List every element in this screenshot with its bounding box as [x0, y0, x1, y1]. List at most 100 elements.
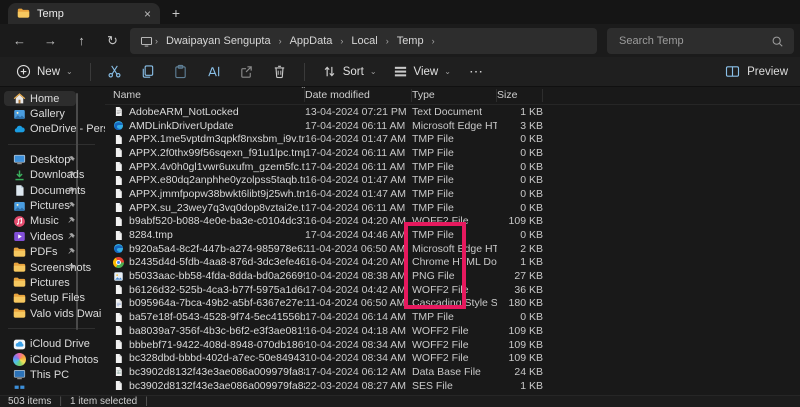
- breadcrumb[interactable]: ›Dwaipayan Sengupta›AppData›Local›Temp›: [130, 28, 597, 54]
- column-header-date-modified[interactable]: Date modified: [305, 89, 412, 102]
- sidebar-item-pdfs[interactable]: PDFs: [4, 245, 100, 260]
- breadcrumb-item[interactable]: Dwaipayan Sengupta: [160, 35, 277, 47]
- sidebar-item-partial[interactable]: [4, 383, 100, 395]
- file-row[interactable]: b920a5a4-8c2f-447b-a274-985978e6298f.tmp…: [105, 242, 800, 256]
- plus-circle-icon: [16, 64, 31, 79]
- forward-button[interactable]: →: [35, 27, 66, 55]
- file-type: TMP File: [412, 229, 497, 241]
- documents-icon: [13, 184, 26, 197]
- page-icon: [113, 216, 124, 227]
- file-size: 24 KB: [497, 366, 543, 378]
- copy-button[interactable]: [133, 59, 163, 85]
- sidebar-item-desktop[interactable]: Desktop: [4, 152, 100, 167]
- up-button[interactable]: ↑: [66, 27, 97, 55]
- file-size: 0 KB: [497, 202, 543, 214]
- share-button[interactable]: [232, 59, 262, 85]
- sort-button[interactable]: Sort ⌄: [314, 59, 385, 85]
- breadcrumb-chevron-icon: ›: [430, 36, 437, 46]
- breadcrumb-item[interactable]: Local: [345, 35, 383, 47]
- file-row[interactable]: ba57e18f-0543-4528-9f74-5ec41556b1b2.tmp…: [105, 310, 800, 324]
- breadcrumb-item[interactable]: AppData: [284, 35, 339, 47]
- file-row[interactable]: b2435d4d-5fdb-4aa8-876d-3dc3efe46be9.tmp…: [105, 256, 800, 270]
- sidebar-item-valo-vids-dwai[interactable]: Valo vids Dwai: [4, 306, 100, 321]
- file-row[interactable]: APPX.jmmfpopw38bwkt6libt9j25wh.tmp16-04-…: [105, 187, 800, 201]
- file-name: ba8039a7-356f-4b3c-b6f2-e3f3ae081944.tmp…: [113, 325, 305, 337]
- file-row[interactable]: APPX.4v0h0gl1vwr6uxufm_gzem5fc.tmp17-04-…: [105, 160, 800, 174]
- file-row[interactable]: APPX.2f0thx99f56sqexn_f91u1lpc.tmp17-04-…: [105, 146, 800, 160]
- file-row[interactable]: AMDLinkDriverUpdate17-04-2024 06:11 AMMi…: [105, 119, 800, 133]
- back-button[interactable]: ←: [4, 27, 35, 55]
- chrome-icon: [113, 257, 124, 268]
- paste-button[interactable]: [166, 59, 196, 85]
- sidebar-item-onedrive-persor[interactable]: OneDrive - Persor: [4, 122, 100, 137]
- column-header-type[interactable]: Type: [412, 89, 497, 102]
- file-size: 27 KB: [497, 270, 543, 282]
- sidebar-item-label: iCloud Drive: [30, 338, 90, 350]
- doc-icon: [113, 106, 124, 117]
- file-row[interactable]: AdobeARM_NotLocked13-04-2024 07:21 PMTex…: [105, 105, 800, 119]
- file-date-modified: 17-04-2024 06:11 AM: [305, 120, 412, 132]
- file-row[interactable]: b095964a-7bca-49b2-a5bf-6367e27e1e79.tmp…: [105, 297, 800, 311]
- new-button[interactable]: New ⌄: [8, 59, 81, 85]
- file-type: WOFF2 File: [412, 284, 497, 296]
- refresh-button[interactable]: ↻: [97, 27, 128, 55]
- file-row[interactable]: APPX.su_23wey7q3vq0dop8vztai2e.tmp17-04-…: [105, 201, 800, 215]
- more-options-button[interactable]: ⋯: [459, 63, 494, 80]
- new-tab-button[interactable]: +: [166, 3, 186, 23]
- tab-temp[interactable]: Temp ×: [8, 3, 160, 24]
- search-input[interactable]: Search Temp: [607, 28, 794, 54]
- sidebar-item-documents[interactable]: Documents: [4, 183, 100, 198]
- item-count: 503 items: [8, 396, 51, 407]
- tab-close-icon[interactable]: ×: [144, 8, 151, 20]
- file-name: b9abf520-b088-4e0e-ba3e-c0104dc3749d.tmp…: [113, 215, 305, 227]
- rename-button[interactable]: [199, 59, 229, 85]
- column-header-size[interactable]: Size: [497, 89, 543, 102]
- monitor-icon: [140, 35, 153, 48]
- file-type: TMP File: [412, 202, 497, 214]
- page-icon: [113, 325, 124, 336]
- view-button[interactable]: View ⌄: [385, 59, 459, 85]
- pin-icon: [66, 201, 76, 211]
- delete-button[interactable]: [265, 59, 295, 85]
- breadcrumb-item[interactable]: Temp: [391, 35, 430, 47]
- file-row[interactable]: b9abf520-b088-4e0e-ba3e-c0104dc3749d.tmp…: [105, 215, 800, 229]
- file-type: TMP File: [412, 174, 497, 186]
- preview-toggle[interactable]: Preview: [725, 64, 788, 79]
- file-row[interactable]: bc3902d8132f43e3ae086a009979fa88.db.ses2…: [105, 379, 800, 393]
- cut-button[interactable]: [100, 59, 130, 85]
- file-row[interactable]: bc328dbd-bbbd-402d-a7ec-50e8494314dc.tm.…: [105, 351, 800, 365]
- file-row[interactable]: bc3902d8132f43e3ae086a009979fa8817-04-20…: [105, 365, 800, 379]
- file-row[interactable]: APPX.1me5vptdm3qpkf8nxsbm_i9v.tmp16-04-2…: [105, 132, 800, 146]
- navigation-pane: HomeGalleryOneDrive - PersorDesktopDownl…: [0, 87, 105, 395]
- sidebar-item-pictures[interactable]: Pictures: [4, 275, 100, 290]
- column-header-name[interactable]: Name: [113, 89, 305, 102]
- file-row[interactable]: 8284.tmp17-04-2024 04:46 AMTMP File0 KB: [105, 228, 800, 242]
- file-row[interactable]: ba8039a7-356f-4b3c-b6f2-e3f3ae081944.tmp…: [105, 324, 800, 338]
- onedrive-icon: [13, 123, 26, 136]
- sidebar-item-setup-files[interactable]: Setup Files: [4, 291, 100, 306]
- file-row[interactable]: APPX.e80dq2anphhe0yzolpss5taqb.tmp16-04-…: [105, 173, 800, 187]
- status-divider: |: [59, 396, 62, 407]
- sidebar-item-downloads[interactable]: Downloads: [4, 168, 100, 183]
- sidebar-item-pictures[interactable]: Pictures: [4, 198, 100, 213]
- sidebar-item-music[interactable]: Music: [4, 214, 100, 229]
- sidebar-item-this-pc[interactable]: This PC: [4, 367, 100, 382]
- file-row[interactable]: b5033aac-bb58-4fda-8dda-bd0a2669932f.tmp…: [105, 269, 800, 283]
- file-row[interactable]: bbbebf71-9422-408d-8948-070db18691c9.tm.…: [105, 338, 800, 352]
- file-size: 0 KB: [497, 161, 543, 173]
- file-size: 3 KB: [497, 120, 543, 132]
- file-row[interactable]: b6126d32-525b-4ca3-b77f-5975a1d6de7d.tm.…: [105, 283, 800, 297]
- file-date-modified: 11-04-2024 06:50 AM: [305, 297, 412, 309]
- file-date-modified: 16-04-2024 04:18 AM: [305, 325, 412, 337]
- sidebar-item-label: OneDrive - Persor: [30, 123, 105, 135]
- sidebar-item-icloud-photos[interactable]: iCloud Photos: [4, 352, 100, 367]
- sidebar-item-icloud-drive[interactable]: iCloud Drive: [4, 336, 100, 351]
- page-icon: [113, 175, 124, 186]
- sidebar-item-screenshots[interactable]: Screenshots: [4, 260, 100, 275]
- sidebar-item-home[interactable]: Home: [4, 91, 76, 106]
- chevron-down-icon: ⌄: [444, 67, 451, 76]
- sidebar-item-videos[interactable]: Videos: [4, 229, 100, 244]
- file-type: WOFF2 File: [412, 325, 497, 337]
- file-name: bc3902d8132f43e3ae086a009979fa88.db.ses: [113, 380, 305, 392]
- sidebar-item-gallery[interactable]: Gallery: [4, 106, 100, 121]
